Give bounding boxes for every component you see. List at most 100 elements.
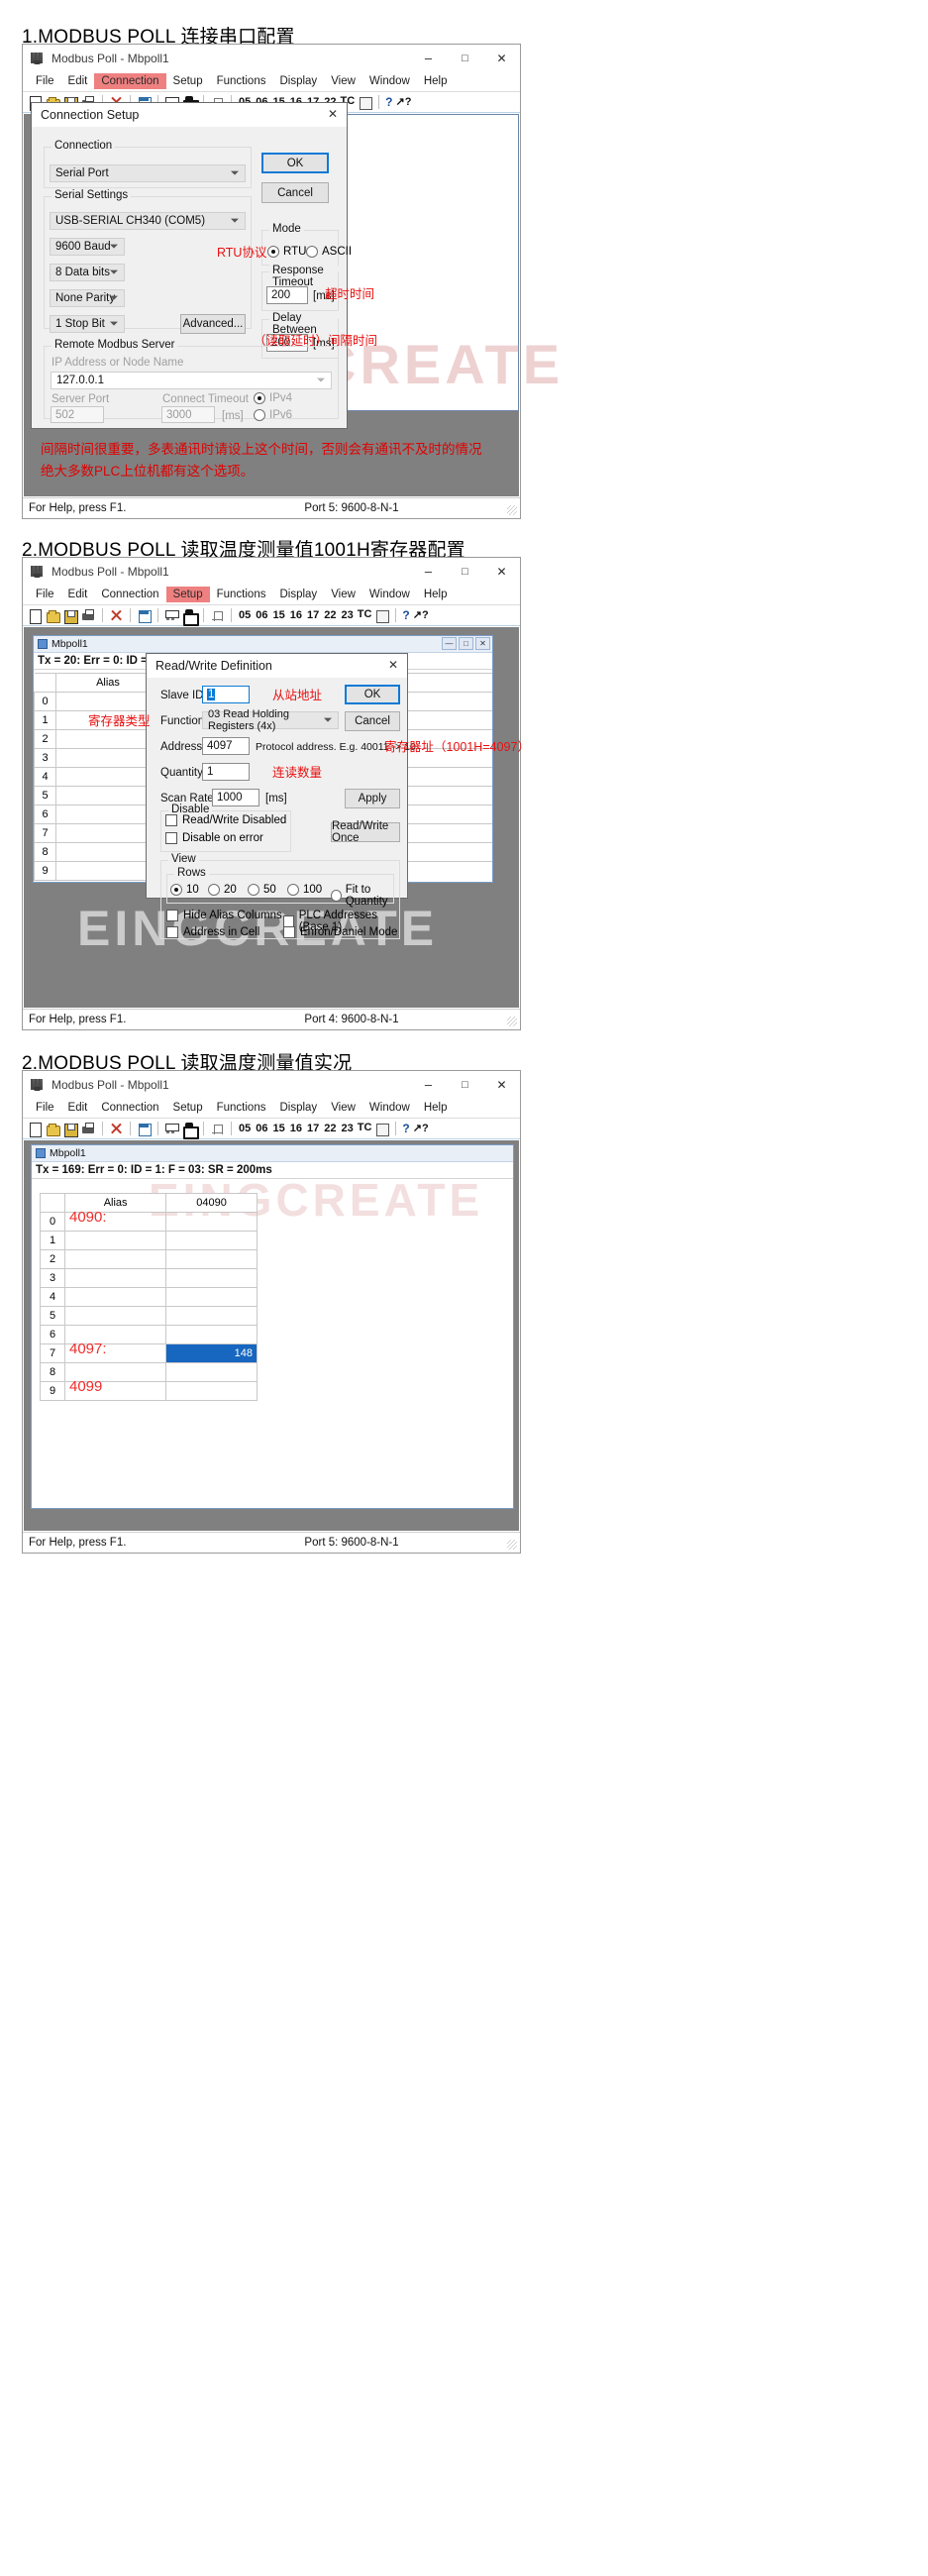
slave-id-input[interactable]: 1 xyxy=(202,686,250,703)
alias-cell[interactable] xyxy=(55,842,160,862)
menu-functions[interactable]: Functions xyxy=(210,587,273,602)
toolbar-fn-05[interactable]: 05 xyxy=(238,609,252,621)
table-row[interactable]: 3 xyxy=(39,1268,258,1288)
display-icon[interactable] xyxy=(164,1122,179,1136)
menu-display[interactable]: Display xyxy=(272,1100,324,1116)
display-icon[interactable] xyxy=(164,608,179,623)
alias-cell[interactable] xyxy=(64,1249,167,1269)
menu-help[interactable]: Help xyxy=(417,587,455,602)
signal-icon[interactable] xyxy=(210,1122,225,1136)
alias-cell[interactable] xyxy=(64,1287,167,1307)
alias-cell[interactable] xyxy=(64,1268,167,1288)
menu-setup[interactable]: Setup xyxy=(165,587,210,602)
address-input[interactable]: 4097 xyxy=(202,737,250,755)
read-write-disabled-checkbox[interactable]: Read/Write Disabled xyxy=(165,814,286,826)
minimize-button[interactable] xyxy=(410,45,447,71)
hide-alias-columns-checkbox[interactable]: Hide Alias Columns xyxy=(166,910,282,921)
menu-display[interactable]: Display xyxy=(272,73,324,89)
value-cell[interactable] xyxy=(165,1249,258,1269)
table-row[interactable]: 4 xyxy=(39,1287,258,1307)
menu-view[interactable]: View xyxy=(324,1100,362,1116)
rows-fit-radio[interactable]: Fit to Quantity xyxy=(331,884,407,908)
alias-cell[interactable] xyxy=(55,692,160,711)
edit-icon[interactable] xyxy=(358,95,373,110)
dialog-close-icon[interactable]: ✕ xyxy=(388,658,398,672)
rows-50-radio[interactable]: 50 xyxy=(248,884,276,896)
toolbar-fn-16[interactable]: 16 xyxy=(289,1123,303,1134)
advanced-button[interactable]: Advanced... xyxy=(180,314,246,334)
menu-view[interactable]: View xyxy=(324,587,362,602)
menu-help[interactable]: Help xyxy=(417,73,455,89)
alias-cell[interactable] xyxy=(55,823,160,843)
open-file-icon[interactable] xyxy=(46,608,60,623)
alias-cell[interactable] xyxy=(55,729,160,749)
menu-connection[interactable]: Connection xyxy=(94,587,165,602)
minimize-button[interactable] xyxy=(410,1071,447,1098)
scan-rate-input[interactable]: 1000 xyxy=(212,789,259,806)
function-select[interactable]: 03 Read Holding Registers (4x) xyxy=(202,708,339,732)
address-in-cell-checkbox[interactable]: Address in Cell xyxy=(166,926,259,938)
value-cell-selected[interactable]: 148 xyxy=(165,1343,258,1363)
alias-cell[interactable] xyxy=(55,748,160,768)
toolbar-fn-22[interactable]: 22 xyxy=(323,1123,337,1134)
value-cell[interactable] xyxy=(165,1212,258,1232)
mdi-close-button[interactable]: ✕ xyxy=(475,637,490,650)
read-write-once-button[interactable]: Read/Write Once xyxy=(331,820,400,844)
toolbar-fn-06[interactable]: 06 xyxy=(255,609,268,621)
context-help-icon[interactable]: ↗? xyxy=(413,1122,429,1136)
context-help-icon[interactable]: ↗? xyxy=(413,608,429,623)
menu-view[interactable]: View xyxy=(324,73,362,89)
disable-on-error-checkbox[interactable]: Disable on error xyxy=(165,832,263,844)
value-cell[interactable] xyxy=(165,1287,258,1307)
new-file-icon[interactable] xyxy=(28,608,43,624)
serial-port-select[interactable]: USB-SERIAL CH340 (COM5) xyxy=(50,212,246,230)
save-icon[interactable] xyxy=(63,608,78,624)
maximize-button[interactable] xyxy=(447,558,483,585)
apply-button[interactable]: Apply xyxy=(345,789,400,808)
alias-cell[interactable] xyxy=(64,1231,167,1250)
mode-rtu-radio[interactable]: RTU xyxy=(267,246,306,258)
connect-timeout-input[interactable]: 3000 xyxy=(161,406,215,423)
disconnect-icon[interactable] xyxy=(109,1122,124,1136)
menu-connection[interactable]: Connection xyxy=(94,73,166,89)
close-button[interactable] xyxy=(483,1071,520,1098)
disconnect-icon[interactable] xyxy=(109,608,124,623)
menu-functions[interactable]: Functions xyxy=(210,1100,273,1116)
connection-type-select[interactable]: Serial Port xyxy=(50,164,246,182)
menu-file[interactable]: File xyxy=(29,1100,61,1116)
alias-cell[interactable] xyxy=(55,805,160,824)
menu-file[interactable]: File xyxy=(29,73,61,89)
alias-cell[interactable] xyxy=(55,786,160,805)
toolbar-fn-06[interactable]: 06 xyxy=(255,1123,268,1134)
value-cell[interactable] xyxy=(165,1381,258,1401)
toolbar-fn-23[interactable]: 23 xyxy=(341,609,355,621)
alias-cell[interactable] xyxy=(55,861,160,881)
toolbar-fn-15[interactable]: 15 xyxy=(272,609,286,621)
toolbar-fn-15[interactable]: 15 xyxy=(272,1123,286,1134)
new-file-icon[interactable] xyxy=(28,1122,43,1137)
close-button[interactable] xyxy=(483,45,520,71)
ok-button[interactable]: OK xyxy=(261,153,329,173)
data-bits-select[interactable]: 8 Data bits xyxy=(50,264,125,281)
menu-help[interactable]: Help xyxy=(417,1100,455,1116)
ipv6-radio[interactable]: IPv6 xyxy=(254,409,292,421)
baud-rate-select[interactable]: 9600 Baud xyxy=(50,238,125,256)
menu-edit[interactable]: Edit xyxy=(61,587,95,602)
rows-10-radio[interactable]: 10 xyxy=(170,884,199,896)
cancel-button[interactable]: Cancel xyxy=(345,711,400,731)
toolbar-fn-23[interactable]: 23 xyxy=(341,1123,355,1134)
dialog-close-icon[interactable]: ✕ xyxy=(328,107,338,121)
mode-ascii-radio[interactable]: ASCII xyxy=(306,246,352,258)
toolbar-fn-22[interactable]: 22 xyxy=(323,609,337,621)
response-timeout-input[interactable]: 200 xyxy=(266,286,308,304)
table-row[interactable]: 5 xyxy=(39,1306,258,1326)
ipv4-radio[interactable]: IPv4 xyxy=(254,392,292,404)
value-cell[interactable] xyxy=(165,1325,258,1344)
menu-file[interactable]: File xyxy=(29,587,61,602)
new-window-icon[interactable] xyxy=(137,1122,152,1136)
minimize-button[interactable] xyxy=(410,558,447,585)
resize-grip[interactable] xyxy=(507,505,517,515)
table-row[interactable]: 2 xyxy=(39,1249,258,1269)
resize-grip[interactable] xyxy=(507,1540,517,1550)
ip-address-input[interactable]: 127.0.0.1 xyxy=(51,372,332,389)
